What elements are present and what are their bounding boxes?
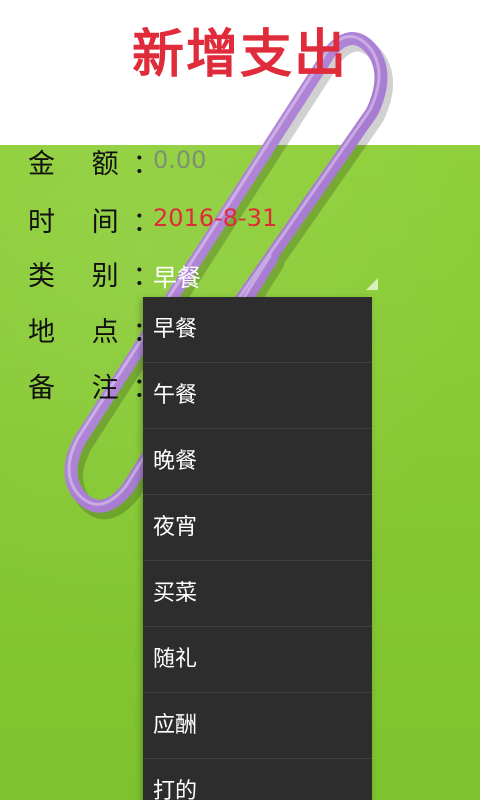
dropdown-item-taxi[interactable]: 打的 (143, 759, 372, 800)
amount-field[interactable]: 0.00 (153, 146, 206, 174)
dropdown-item-dinner[interactable]: 晚餐 (143, 429, 372, 495)
dropdown-item-late-snack[interactable]: 夜宵 (143, 495, 372, 561)
date-field[interactable]: 2016-8-31 (153, 204, 277, 232)
dropdown-item-groceries[interactable]: 买菜 (143, 561, 372, 627)
time-label: 时 间： (28, 207, 174, 238)
dropdown-item-social[interactable]: 应酬 (143, 693, 372, 759)
category-spinner[interactable]: 早餐 (153, 258, 201, 293)
dropdown-item-breakfast[interactable]: 早餐 (143, 297, 372, 363)
spinner-arrow-icon (366, 278, 378, 290)
page-title: 新增支出 (131, 25, 348, 85)
dropdown-item-gift[interactable]: 随礼 (143, 627, 372, 693)
dropdown-item-lunch[interactable]: 午餐 (143, 363, 372, 429)
amount-label: 金 额： (28, 149, 174, 180)
category-label: 类 别： (28, 261, 174, 292)
category-dropdown: 早餐 午餐 晚餐 夜宵 买菜 随礼 应酬 打的 (143, 297, 372, 800)
